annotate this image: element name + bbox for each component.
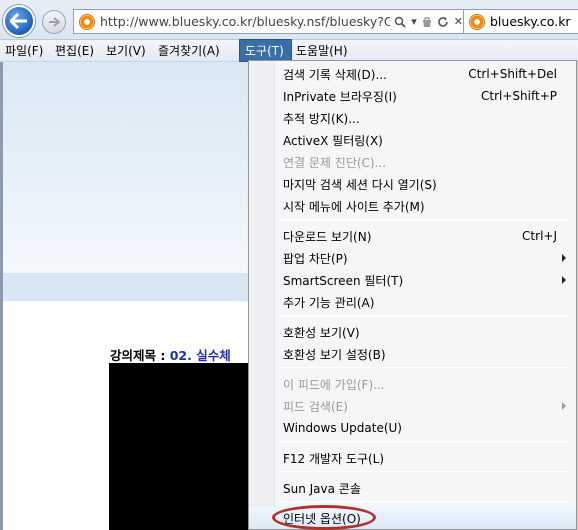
compatibility-view-icon[interactable] xyxy=(422,16,432,28)
search-icon[interactable] xyxy=(394,16,406,28)
menu-item-4[interactable]: 도구(T) xyxy=(239,39,292,62)
tools-menu-item-label: 검색 기록 삭제(D)... xyxy=(283,67,387,82)
menu-item-1[interactable]: 편집(E) xyxy=(50,40,101,61)
address-bar: http://www.bluesky.co.kr/bluesky.nsf/blu… xyxy=(0,0,578,40)
lecture-title: 강의제목 : 02. 실수체 xyxy=(110,345,231,364)
tab-favicon-icon xyxy=(469,13,485,30)
tools-menu-item-label: F12 개발자 도구(L) xyxy=(283,451,385,466)
tools-menu-item-16[interactable]: F12 개발자 도구(L) xyxy=(249,447,576,469)
tools-menu-item-2[interactable]: 추적 방지(K)... xyxy=(249,107,576,129)
submenu-arrow-icon xyxy=(562,254,566,262)
submenu-arrow-icon xyxy=(562,276,566,284)
tools-menu-item-5[interactable]: 마지막 검색 세션 다시 열기(S) xyxy=(249,173,576,195)
tools-menu-item-14: 피드 검색(E) xyxy=(249,395,576,417)
tools-menu-item-label: 시작 메뉴에 사이트 추가(M) xyxy=(283,199,425,214)
menu-separator xyxy=(278,441,570,442)
tools-menu-item-17[interactable]: Sun Java 콘솔 xyxy=(249,477,576,499)
menu-item-5[interactable]: 도움말(H) xyxy=(291,40,353,61)
menu-bar: 파일(F) 편집(E) 보기(V) 즐겨찾기(A) 도구(T) 도움말(H) xyxy=(0,39,578,62)
menu-separator xyxy=(278,219,570,220)
tools-menu-item-18[interactable]: 인터넷 옵션(O) xyxy=(249,507,576,529)
tools-menu-item-label: 인터넷 옵션(O) xyxy=(283,511,361,526)
tools-menu-item-label: 연결 문제 진단(C)... xyxy=(283,155,387,170)
menu-separator xyxy=(278,315,570,316)
tools-menu-item-13: 이 피드에 가입(F)... xyxy=(249,373,576,395)
back-arrow-icon xyxy=(10,13,27,29)
tools-menu-item-label: 팝업 차단(P) xyxy=(283,251,348,266)
dropdown-arrow-icon[interactable]: ▾ xyxy=(411,15,417,28)
tools-menu-item-label: 다운로드 보기(N) xyxy=(283,229,372,244)
tools-dropdown-menu: 검색 기록 삭제(D)... Ctrl+Shift+Del InPrivate 브라… xyxy=(248,60,577,530)
url-field[interactable]: http://www.bluesky.co.kr/bluesky.nsf/blu… xyxy=(73,9,464,34)
tools-menu-item-label: 호환성 보기 설정(B) xyxy=(283,347,386,362)
tab-title: bluesky.co.kr xyxy=(490,14,571,29)
menu-item-3[interactable]: 즐겨찾기(A) xyxy=(153,40,240,61)
tools-menu-item-label: ActiveX 필터링(X) xyxy=(283,133,383,148)
tools-menu-item-shortcut: Ctrl+Shift+Del xyxy=(468,67,557,81)
tools-menu-item-label: Sun Java 콘솔 xyxy=(283,481,361,496)
tools-menu-item-label: InPrivate 브라우징(I) xyxy=(283,89,397,104)
tools-menu-item-4: 연결 문제 진단(C)... xyxy=(249,151,576,173)
tools-menu-item-label: 호환성 보기(V) xyxy=(283,325,360,340)
tools-menu-item-8[interactable]: 팝업 차단(P) xyxy=(249,247,576,269)
lecture-title-label: 강의제목 : xyxy=(110,348,170,363)
site-favicon-icon xyxy=(79,13,95,30)
refresh-icon[interactable] xyxy=(437,16,449,28)
tools-menu-item-label: SmartScreen 필터(T) xyxy=(283,273,404,288)
tools-menu-item-1[interactable]: InPrivate 브라우징(I) Ctrl+Shift+P xyxy=(249,85,576,107)
tools-menu-item-6[interactable]: 시작 메뉴에 사이트 추가(M) xyxy=(249,195,576,217)
forward-button[interactable] xyxy=(42,10,66,34)
tools-menu-item-9[interactable]: SmartScreen 필터(T) xyxy=(249,269,576,291)
submenu-arrow-icon xyxy=(562,402,566,410)
tools-menu-item-shortcut: Ctrl+Shift+P xyxy=(481,89,557,103)
browser-tab[interactable]: bluesky.co.kr xyxy=(463,9,578,34)
menu-separator xyxy=(278,501,570,502)
lecture-title-value: 02. 실수체 xyxy=(169,348,231,363)
tools-menu-item-0[interactable]: 검색 기록 삭제(D)... Ctrl+Shift+Del xyxy=(249,63,576,85)
tools-menu-item-10[interactable]: 추가 기능 관리(A) xyxy=(249,291,576,313)
url-text[interactable]: http://www.bluesky.co.kr/bluesky.nsf/blu… xyxy=(100,14,390,29)
tools-menu-item-label: 추가 기능 관리(A) xyxy=(283,295,375,310)
menu-separator xyxy=(278,471,570,472)
forward-arrow-icon xyxy=(49,17,60,27)
menu-item-0[interactable]: 파일(F) xyxy=(0,40,50,61)
tools-menu-item-shortcut: Ctrl+J xyxy=(522,229,557,243)
video-player[interactable] xyxy=(109,363,249,530)
menu-separator xyxy=(278,367,570,368)
tools-menu-item-label: 이 피드에 가입(F)... xyxy=(283,377,385,392)
tools-menu-item-15[interactable]: Windows Update(U) xyxy=(249,417,576,439)
page-header-stripe xyxy=(3,273,249,301)
tools-menu-item-11[interactable]: 호환성 보기(V) xyxy=(249,321,576,343)
tools-menu-item-label: 추적 방지(K)... xyxy=(283,111,360,126)
tools-menu-item-label: 피드 검색(E) xyxy=(283,399,348,414)
back-button[interactable] xyxy=(3,5,35,37)
stop-icon[interactable]: ✕ xyxy=(454,15,463,28)
tools-menu-item-label: 마지막 검색 세션 다시 열기(S) xyxy=(283,177,437,192)
tools-menu-item-3[interactable]: ActiveX 필터링(X) xyxy=(249,129,576,151)
tools-menu-item-label: Windows Update(U) xyxy=(283,421,402,435)
page-header-background xyxy=(3,62,249,302)
tools-menu-item-12[interactable]: 호환성 보기 설정(B) xyxy=(249,343,576,365)
menu-item-2[interactable]: 보기(V) xyxy=(101,40,153,61)
tools-menu-item-7[interactable]: 다운로드 보기(N) Ctrl+J xyxy=(249,225,576,247)
